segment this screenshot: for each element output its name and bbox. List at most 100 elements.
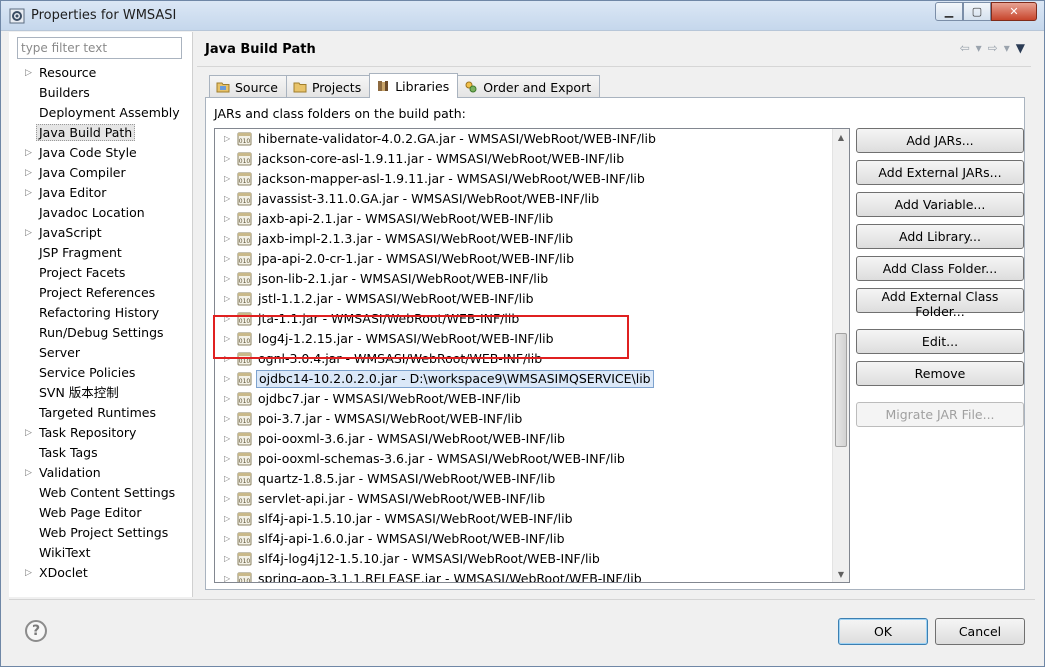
sidebar-item[interactable]: Builders bbox=[9, 83, 193, 103]
sidebar-item[interactable]: Web Content Settings bbox=[9, 483, 193, 503]
sidebar-item[interactable]: Server bbox=[9, 343, 193, 363]
jar-tree[interactable]: ▷ 010 hibernate-validator-4.0.2.GA.jar - W… bbox=[214, 128, 850, 583]
expand-arrow-icon[interactable]: ▷ bbox=[224, 129, 230, 149]
migrate-jar-button[interactable]: Migrate JAR File... bbox=[856, 402, 1024, 427]
sidebar-item[interactable]: ▷ Validation bbox=[9, 463, 193, 483]
jar-row[interactable]: ▷ 010 slf4j-api-1.6.0.jar - WMSASI/WebRoot… bbox=[215, 529, 833, 549]
jar-row[interactable]: ▷ 010 json-lib-2.1.jar - WMSASI/WebRoot/WE… bbox=[215, 269, 833, 289]
back-icon[interactable]: ⇦ bbox=[960, 41, 970, 55]
jar-row[interactable]: ▷ 010 jstl-1.1.2.jar - WMSASI/WebRoot/WEB-… bbox=[215, 289, 833, 309]
expand-arrow-icon[interactable]: ▷ bbox=[224, 329, 230, 349]
expand-arrow-icon[interactable]: ▷ bbox=[224, 389, 230, 409]
sidebar-item[interactable]: JSP Fragment bbox=[9, 243, 193, 263]
expand-arrow-icon[interactable]: ▷ bbox=[25, 423, 32, 443]
expand-arrow-icon[interactable]: ▷ bbox=[224, 409, 230, 429]
expand-arrow-icon[interactable]: ▷ bbox=[224, 449, 230, 469]
sidebar-item[interactable]: Deployment Assembly bbox=[9, 103, 193, 123]
jar-row[interactable]: ▷ 010 spring-aop-3.1.1.RELEASE.jar - WMSAS… bbox=[215, 569, 833, 582]
forward-icon[interactable]: ⇨ bbox=[988, 41, 998, 55]
expand-arrow-icon[interactable]: ▷ bbox=[224, 249, 230, 269]
expand-arrow-icon[interactable]: ▷ bbox=[224, 469, 230, 489]
expand-arrow-icon[interactable]: ▷ bbox=[25, 183, 32, 203]
add-library-button[interactable]: Add Library... bbox=[856, 224, 1024, 249]
jar-row[interactable]: ▷ 010 log4j-1.2.15.jar - WMSASI/WebRoot/WE… bbox=[215, 329, 833, 349]
sidebar-item[interactable]: WikiText bbox=[9, 543, 193, 563]
sidebar-item[interactable]: ▷ Java Compiler bbox=[9, 163, 193, 183]
sidebar-item[interactable]: ▷ XDoclet bbox=[9, 563, 193, 583]
sidebar-item[interactable]: ▷ Java Editor bbox=[9, 183, 193, 203]
vertical-scrollbar[interactable]: ▲ ▼ bbox=[832, 129, 849, 582]
sidebar-item[interactable]: Project Facets bbox=[9, 263, 193, 283]
expand-arrow-icon[interactable]: ▷ bbox=[224, 209, 230, 229]
sidebar-item[interactable]: ▷ JavaScript bbox=[9, 223, 193, 243]
view-menu-icon[interactable]: ▼ bbox=[1016, 41, 1025, 55]
sidebar-item[interactable]: Project References bbox=[9, 283, 193, 303]
sidebar-item[interactable]: Targeted Runtimes bbox=[9, 403, 193, 423]
jar-row[interactable]: ▷ 010 ojdbc7.jar - WMSASI/WebRoot/WEB-INF/… bbox=[215, 389, 833, 409]
expand-arrow-icon[interactable]: ▷ bbox=[224, 189, 230, 209]
expand-arrow-icon[interactable]: ▷ bbox=[224, 429, 230, 449]
sidebar-item[interactable]: ▷ Task Repository bbox=[9, 423, 193, 443]
expand-arrow-icon[interactable]: ▷ bbox=[224, 289, 230, 309]
forward-menu-icon[interactable]: ▾ bbox=[1004, 41, 1010, 55]
expand-arrow-icon[interactable]: ▷ bbox=[224, 269, 230, 289]
ok-button[interactable]: OK bbox=[838, 618, 928, 645]
cancel-button[interactable]: Cancel bbox=[935, 618, 1025, 645]
tab-projects[interactable]: Projects bbox=[285, 75, 371, 98]
back-menu-icon[interactable]: ▾ bbox=[976, 41, 982, 55]
expand-arrow-icon[interactable]: ▷ bbox=[224, 149, 230, 169]
help-icon[interactable]: ? bbox=[25, 620, 47, 642]
jar-row[interactable]: ▷ 010 jpa-api-2.0-cr-1.jar - WMSASI/WebRoo… bbox=[215, 249, 833, 269]
sidebar-item[interactable]: Task Tags bbox=[9, 443, 193, 463]
jar-row[interactable]: ▷ 010 jaxb-impl-2.1.3.jar - WMSASI/WebRoot… bbox=[215, 229, 833, 249]
jar-row[interactable]: ▷ 010 ognl-3.0.4.jar - WMSASI/WebRoot/WEB-… bbox=[215, 349, 833, 369]
sidebar-item[interactable]: Run/Debug Settings bbox=[9, 323, 193, 343]
sidebar-item[interactable]: Javadoc Location bbox=[9, 203, 193, 223]
expand-arrow-icon[interactable]: ▷ bbox=[224, 169, 230, 189]
jar-row[interactable]: ▷ 010 poi-3.7.jar - WMSASI/WebRoot/WEB-INF… bbox=[215, 409, 833, 429]
jar-row[interactable]: ▷ 010 quartz-1.8.5.jar - WMSASI/WebRoot/WE… bbox=[215, 469, 833, 489]
sidebar-item[interactable]: Web Page Editor bbox=[9, 503, 193, 523]
expand-arrow-icon[interactable]: ▷ bbox=[25, 163, 32, 183]
expand-arrow-icon[interactable]: ▷ bbox=[224, 509, 230, 529]
maximize-button[interactable]: ▢ bbox=[963, 2, 991, 21]
add-variable-button[interactable]: Add Variable... bbox=[856, 192, 1024, 217]
jar-row[interactable]: ▷ 010 hibernate-validator-4.0.2.GA.jar - W… bbox=[215, 129, 833, 149]
add-jars-button[interactable]: Add JARs... bbox=[856, 128, 1024, 153]
expand-arrow-icon[interactable]: ▷ bbox=[224, 229, 230, 249]
sidebar-item[interactable]: SVN 版本控制 bbox=[9, 383, 193, 403]
expand-arrow-icon[interactable]: ▷ bbox=[224, 569, 230, 582]
filter-input[interactable] bbox=[17, 37, 182, 59]
sidebar-item[interactable]: ▷ Resource bbox=[9, 63, 193, 83]
jar-row[interactable]: ▷ 010 jta-1.1.jar - WMSASI/WebRoot/WEB-INF… bbox=[215, 309, 833, 329]
jar-row[interactable]: ▷ 010 slf4j-log4j12-1.5.10.jar - WMSASI/We… bbox=[215, 549, 833, 569]
scroll-down-icon[interactable]: ▼ bbox=[833, 566, 849, 582]
expand-arrow-icon[interactable]: ▷ bbox=[224, 549, 230, 569]
expand-arrow-icon[interactable]: ▷ bbox=[25, 563, 32, 583]
add-external-jars-button[interactable]: Add External JARs... bbox=[856, 160, 1024, 185]
remove-button[interactable]: Remove bbox=[856, 361, 1024, 386]
close-button[interactable]: ✕ bbox=[991, 2, 1037, 21]
tab-order-export[interactable]: Order and Export bbox=[457, 75, 601, 98]
jar-row-selected[interactable]: ▷ 010 ojdbc14-10.2.0.2.0.jar - D:\workspac… bbox=[215, 369, 833, 389]
sidebar-item-selected[interactable]: Java Build Path bbox=[9, 123, 193, 143]
expand-arrow-icon[interactable]: ▷ bbox=[224, 529, 230, 549]
expand-arrow-icon[interactable]: ▷ bbox=[224, 309, 230, 329]
expand-arrow-icon[interactable]: ▷ bbox=[25, 463, 32, 483]
sidebar-item[interactable]: Service Policies bbox=[9, 363, 193, 383]
jar-row[interactable]: ▷ 010 jackson-mapper-asl-1.9.11.jar - WMSA… bbox=[215, 169, 833, 189]
expand-arrow-icon[interactable]: ▷ bbox=[224, 349, 230, 369]
jar-row[interactable]: ▷ 010 slf4j-api-1.5.10.jar - WMSASI/WebRoo… bbox=[215, 509, 833, 529]
jar-row[interactable]: ▷ 010 servlet-api.jar - WMSASI/WebRoot/WEB… bbox=[215, 489, 833, 509]
sidebar-item[interactable]: ▷ Java Code Style bbox=[9, 143, 193, 163]
jar-row[interactable]: ▷ 010 javassist-3.11.0.GA.jar - WMSASI/Web… bbox=[215, 189, 833, 209]
scroll-up-icon[interactable]: ▲ bbox=[833, 129, 849, 145]
scroll-thumb[interactable] bbox=[835, 333, 847, 447]
edit-button[interactable]: Edit... bbox=[856, 329, 1024, 354]
expand-arrow-icon[interactable]: ▷ bbox=[224, 489, 230, 509]
expand-arrow-icon[interactable]: ▷ bbox=[25, 223, 32, 243]
add-external-class-folder-button[interactable]: Add External Class Folder... bbox=[856, 288, 1024, 319]
tab-source[interactable]: Source bbox=[209, 75, 287, 98]
jar-row[interactable]: ▷ 010 poi-ooxml-3.6.jar - WMSASI/WebRoot/W… bbox=[215, 429, 833, 449]
expand-arrow-icon[interactable]: ▷ bbox=[25, 63, 32, 83]
